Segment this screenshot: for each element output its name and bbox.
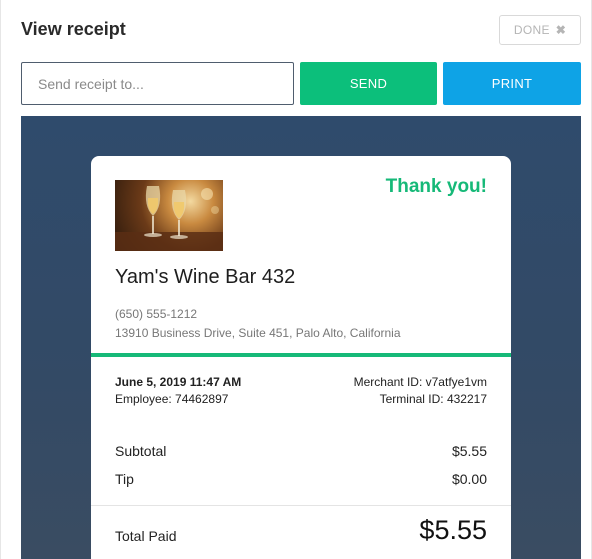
subtotal-row: Subtotal $5.55 [115, 443, 487, 459]
accent-divider [91, 353, 511, 357]
print-button[interactable]: PRINT [443, 62, 581, 105]
merchant-phone: (650) 555-1212 [115, 307, 198, 321]
total-paid-value: $5.55 [419, 515, 487, 545]
receipt-preview: Thank you! Yam's Wine Bar 432 (650) 555-… [21, 116, 581, 559]
employee-id: Employee: 74462897 [115, 392, 229, 406]
done-button[interactable]: DONE ✖ [499, 15, 581, 45]
transaction-datetime: June 5, 2019 11:47 AM [115, 375, 242, 389]
page-title: View receipt [21, 19, 126, 39]
transaction-meta-right: Merchant ID: v7atfye1vm Terminal ID: 432… [354, 375, 487, 409]
tip-row: Tip $0.00 [115, 471, 487, 487]
send-button[interactable]: SEND [300, 62, 437, 105]
receipt-card: Thank you! Yam's Wine Bar 432 (650) 555-… [91, 156, 511, 559]
subtotal-label: Subtotal [115, 443, 167, 459]
merchant-id: Merchant ID: v7atfye1vm [353, 375, 487, 389]
tip-value: $0.00 [451, 471, 487, 487]
subtotal-value: $5.55 [451, 443, 487, 459]
tip-label: Tip [115, 471, 134, 487]
send-receipt-input[interactable] [21, 62, 294, 105]
close-icon: ✖ [555, 23, 567, 37]
terminal-id: Terminal ID: 432217 [379, 392, 487, 406]
thank-you-text: Thank you! [385, 176, 487, 197]
transaction-meta-left: June 5, 2019 11:47 AM Employee: 74462897 [115, 375, 241, 409]
merchant-photo [115, 180, 223, 251]
window-border-left [0, 0, 1, 559]
total-paid-label: Total Paid [115, 528, 177, 544]
merchant-name: Yam's Wine Bar 432 [115, 266, 296, 288]
total-divider [91, 505, 511, 506]
done-button-label: DONE [513, 23, 550, 37]
merchant-address: 13910 Business Drive, Suite 451, Palo Al… [115, 326, 401, 340]
